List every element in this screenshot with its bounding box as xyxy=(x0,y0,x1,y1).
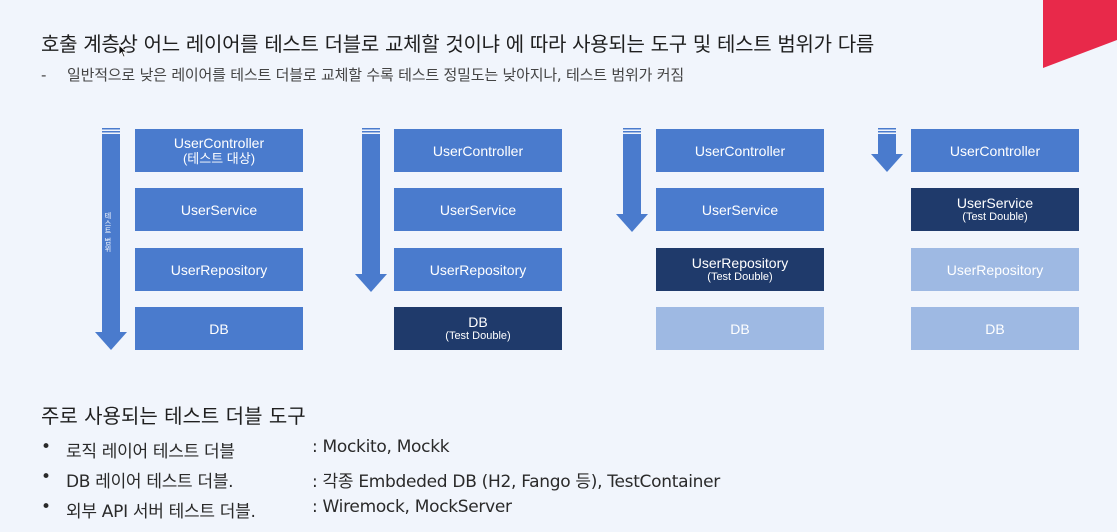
layer-name: UserController xyxy=(432,142,524,159)
layer-name: DB xyxy=(468,314,488,330)
test-range-label: 테스트 범위 xyxy=(104,212,112,253)
tool-item-value: : 각종 Embdeded DB (H2, Fango 등), TestCont… xyxy=(312,472,720,492)
tools-section-title: 주로 사용되는 테스트 더블 도구 xyxy=(41,404,306,428)
subtitle: - 일반적으로 낮은 레이어를 테스트 더블로 교체할 수록 테스트 정밀도는 낮… xyxy=(41,64,684,85)
layer-user-repository: UserRepository xyxy=(135,248,303,291)
layer-name: DB xyxy=(209,320,229,337)
test-range-arrow-3 xyxy=(616,128,648,232)
layer-user-repository: UserRepository xyxy=(911,248,1079,291)
tool-item-value: : Wiremock, MockServer xyxy=(312,497,512,517)
layer-db: DB xyxy=(911,307,1079,350)
layer-db: DB xyxy=(656,307,824,350)
subtitle-text: 일반적으로 낮은 레이어를 테스트 더블로 교체할 수록 테스트 정밀도는 낮아… xyxy=(67,66,684,84)
layer-name: UserRepository xyxy=(170,261,268,278)
mouse-cursor-icon xyxy=(118,44,128,58)
corner-accent-shape xyxy=(1043,0,1117,68)
layer-user-repository-test-double: UserRepository (Test Double) xyxy=(656,248,824,291)
layer-name: UserController xyxy=(949,142,1041,159)
layer-note: (Test Double) xyxy=(445,330,511,342)
bullet: • xyxy=(41,437,52,457)
layer-user-service-test-double: UserService (Test Double) xyxy=(911,188,1079,231)
tool-item-value: : Mockito, Mockk xyxy=(312,437,450,457)
layer-note: (Test Double) xyxy=(962,211,1028,223)
layer-user-controller: UserController (테스트 대상) xyxy=(135,129,303,172)
layer-db: DB xyxy=(135,307,303,350)
tool-item-name: 외부 API 서버 테스트 더블. xyxy=(66,502,256,522)
tool-item-name: 로직 레이어 테스트 더블 xyxy=(66,442,235,462)
layer-db-test-double: DB (Test Double) xyxy=(394,307,562,350)
layer-user-repository: UserRepository xyxy=(394,248,562,291)
page-title: 호출 계층상 어느 레이어를 테스트 더블로 교체할 것이냐 에 따라 사용되는… xyxy=(41,32,874,56)
layer-name: UserService xyxy=(439,201,517,218)
layer-name: DB xyxy=(730,320,750,337)
subtitle-dash: - xyxy=(41,66,47,84)
layer-name: UserController xyxy=(694,142,786,159)
layer-name: UserService xyxy=(180,201,258,218)
layer-user-controller: UserController xyxy=(656,129,824,172)
layer-user-controller: UserController xyxy=(911,129,1079,172)
layer-name: UserController xyxy=(173,134,265,151)
layer-name: UserRepository xyxy=(946,261,1044,278)
layer-user-controller: UserController xyxy=(394,129,562,172)
layer-user-service: UserService xyxy=(135,188,303,231)
bullet: • xyxy=(41,497,52,517)
layer-name: UserRepository xyxy=(429,261,527,278)
test-range-arrow-2 xyxy=(355,128,387,292)
layer-note: (테스트 대상) xyxy=(182,150,256,166)
tool-item-name: DB 레이어 테스트 더블. xyxy=(66,472,234,492)
layer-user-service: UserService xyxy=(656,188,824,231)
layer-name: DB xyxy=(985,320,1005,337)
bullet: • xyxy=(41,467,52,487)
test-range-arrow-4 xyxy=(871,128,903,172)
layer-note: (Test Double) xyxy=(707,271,773,283)
layer-name: UserRepository xyxy=(691,255,789,271)
layer-user-service: UserService xyxy=(394,188,562,231)
layer-name: UserService xyxy=(701,201,779,218)
layer-name: UserService xyxy=(956,195,1034,211)
